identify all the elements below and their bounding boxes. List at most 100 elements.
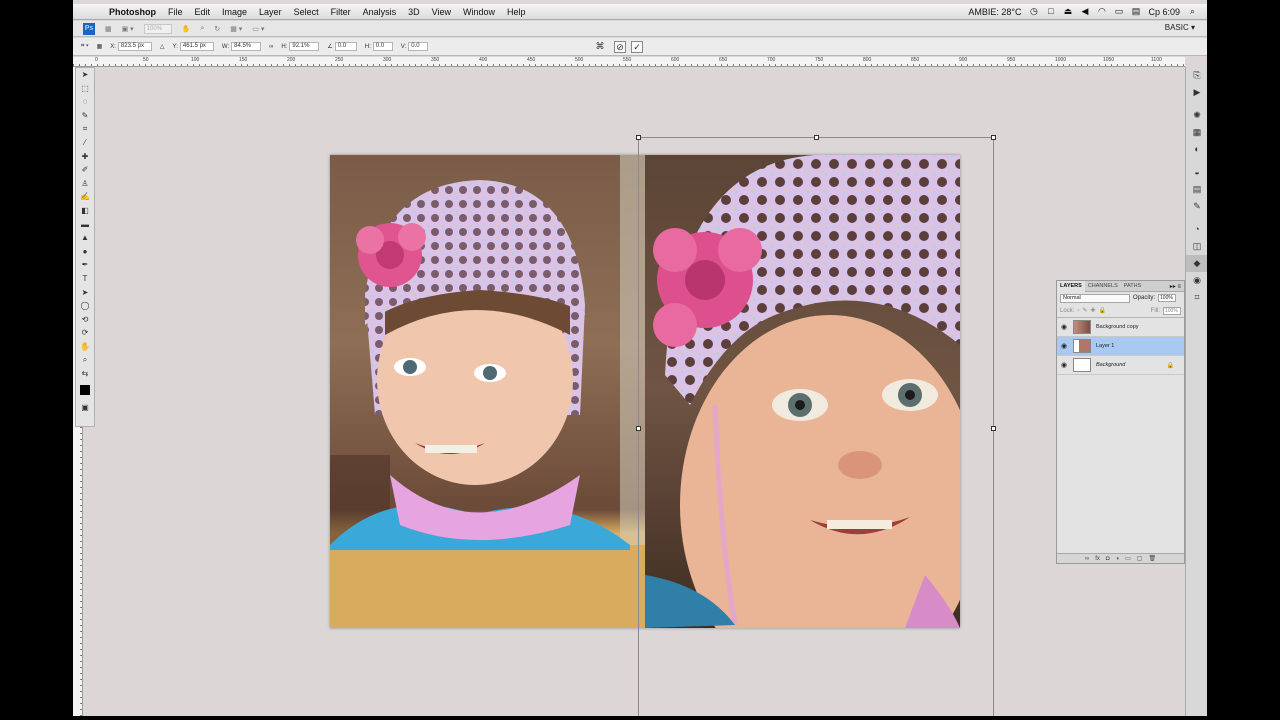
menu-app-name[interactable]: Photoshop (103, 7, 162, 17)
styles-panel-icon[interactable]: ◐ (1186, 141, 1207, 158)
layer-name[interactable]: Background copy (1096, 324, 1139, 330)
new-group-icon[interactable]: ▭ (1125, 554, 1131, 563)
eject-icon[interactable]: ⏏ (1063, 7, 1073, 16)
clock-status-icon[interactable]: ◷ (1029, 7, 1038, 16)
link-layers-icon[interactable]: ∞ (1085, 554, 1089, 563)
new-layer-icon[interactable]: ▢ (1137, 554, 1143, 563)
crop-tool-icon[interactable]: ⌗ (76, 122, 94, 136)
visibility-eye-icon[interactable]: ◉ (1057, 323, 1071, 331)
menu-window[interactable]: Window (457, 7, 501, 17)
layer-row[interactable]: ◉ Background 🔒 (1057, 356, 1184, 375)
type-tool-icon[interactable]: T (76, 272, 94, 286)
healing-brush-tool-icon[interactable]: ✚ (76, 150, 94, 164)
pen-tool-icon[interactable]: ✒ (76, 258, 94, 272)
cancel-transform-button[interactable]: ⊘ (614, 41, 626, 53)
actions-panel-icon[interactable]: ▶ (1186, 84, 1207, 101)
tool-preset-icon[interactable]: ⌗ ▾ (81, 43, 89, 50)
menu-select[interactable]: Select (288, 7, 325, 17)
zoom-level-field[interactable]: 100% (143, 23, 172, 34)
eraser-tool-icon[interactable]: ◧ (76, 204, 94, 218)
transform-handle-right[interactable] (991, 426, 996, 431)
v-skew-field[interactable]: 0.0 (408, 42, 429, 51)
menu-help[interactable]: Help (501, 7, 532, 17)
horizontal-ruler[interactable]: 0 50 100 150 200 250 300 350 400 450 500… (73, 57, 1185, 67)
marquee-tool-icon[interactable]: ⬚ (76, 82, 94, 96)
blur-tool-icon[interactable]: ▲ (76, 231, 94, 245)
hand-tool-icon[interactable]: ✋ (182, 25, 191, 33)
paths-panel-icon[interactable]: ⌗ (1186, 289, 1207, 306)
width-field[interactable]: 84.5% (231, 42, 262, 51)
zoom-tool-icon[interactable]: ⌕ (200, 25, 204, 33)
tab-paths[interactable]: PATHS (1121, 283, 1145, 289)
menu-3d[interactable]: 3D (402, 7, 426, 17)
relative-positioning-icon[interactable]: △ (160, 43, 165, 50)
swatches-panel-icon[interactable]: ▦ (1186, 124, 1207, 141)
x-field[interactable]: 823.5 px (117, 42, 152, 51)
lock-pixels-icon[interactable]: ✎ (1082, 307, 1087, 314)
clone-source-panel-icon[interactable]: ◔ (1186, 221, 1207, 238)
hand-tool-icon[interactable]: ✋ (76, 340, 94, 354)
menu-edit[interactable]: Edit (189, 7, 217, 17)
adjustments-panel-icon[interactable]: ◒ (1186, 164, 1207, 181)
wifi-icon[interactable]: ◠ (1097, 7, 1106, 16)
gradient-tool-icon[interactable]: ▬ (76, 218, 94, 232)
brushes-panel-icon[interactable]: ✎ (1186, 198, 1207, 215)
document-canvas[interactable] (330, 155, 960, 628)
layers-panel-icon[interactable]: ◆ (1186, 255, 1207, 272)
transform-handle-top[interactable] (814, 135, 819, 140)
maintain-aspect-link-icon[interactable]: ∞ (269, 44, 273, 50)
history-brush-tool-icon[interactable]: ✍ (76, 190, 94, 204)
foreground-color-swatch[interactable] (80, 384, 90, 395)
rotate-view-icon[interactable]: ↻ (214, 25, 220, 33)
dodge-tool-icon[interactable]: ● (76, 245, 94, 259)
lock-all-icon[interactable]: 🔒 (1099, 307, 1106, 314)
shape-tool-icon[interactable]: ◯ (76, 299, 94, 313)
menu-layer[interactable]: Layer (253, 7, 288, 17)
h-skew-field[interactable]: 0.0 (372, 42, 393, 51)
layer-row[interactable]: ◉ Background copy (1057, 318, 1184, 337)
transform-handle-top-left[interactable] (636, 135, 641, 140)
delete-layer-icon[interactable]: 🗑 (1148, 554, 1156, 563)
fill-field[interactable]: 100% (1163, 306, 1181, 315)
adjustment-layer-icon[interactable]: ◑ (1115, 554, 1119, 563)
brush-tool-icon[interactable]: ✐ (76, 163, 94, 177)
move-tool-icon[interactable]: ➤ (76, 68, 94, 82)
eyedropper-tool-icon[interactable]: ⁄ (76, 136, 94, 150)
battery-icon[interactable]: ▭ (1114, 7, 1124, 16)
layer-style-icon[interactable]: fx (1095, 554, 1100, 563)
display-status-icon[interactable]: □ (1046, 7, 1055, 16)
layer-name[interactable]: Layer 1 (1096, 343, 1114, 349)
path-selection-tool-icon[interactable]: ➤ (76, 286, 94, 300)
screen-mode-icon[interactable]: ▭ ▾ (252, 25, 264, 33)
visibility-eye-icon[interactable]: ◉ (1057, 361, 1071, 369)
input-source-flag-icon[interactable]: ▤ (1131, 7, 1141, 16)
tab-channels[interactable]: CHANNELS (1085, 283, 1121, 289)
swap-colors-icon[interactable]: ⇆ (76, 367, 94, 381)
zoom-tool-icon[interactable]: ⌕ (76, 353, 94, 367)
3d-rotate-tool-icon[interactable]: ⟲ (76, 313, 94, 327)
layer-row-selected[interactable]: ◉ Layer 1 (1057, 337, 1184, 356)
visibility-eye-icon[interactable]: ◉ (1057, 342, 1071, 350)
menu-view[interactable]: View (426, 7, 457, 17)
3d-orbit-tool-icon[interactable]: ⟳ (76, 326, 94, 340)
arrange-documents-icon[interactable]: ▣ ▾ (122, 25, 134, 33)
y-field[interactable]: 461.5 px (179, 42, 214, 51)
menu-analysis[interactable]: Analysis (357, 7, 403, 17)
height-field[interactable]: 92.1% (289, 42, 320, 51)
masks-panel-icon[interactable]: ▤ (1186, 181, 1207, 198)
quick-selection-tool-icon[interactable]: ✎ (76, 109, 94, 123)
rotation-field[interactable]: 0.0 (334, 42, 357, 51)
clone-stamp-tool-icon[interactable]: ♙ (76, 177, 94, 191)
navigator-panel-icon[interactable]: ◫ (1186, 238, 1207, 255)
launch-bridge-icon[interactable]: ▦ (105, 25, 112, 33)
menu-image[interactable]: Image (216, 7, 253, 17)
transform-handle-top-right[interactable] (991, 135, 996, 140)
menu-file[interactable]: File (162, 7, 189, 17)
spotlight-search-icon[interactable]: ⌕ (1188, 7, 1197, 16)
quick-mask-icon[interactable]: ▣ (76, 401, 94, 415)
add-mask-icon[interactable]: ◘ (1106, 554, 1110, 563)
reference-point-icon[interactable]: ▦ (97, 43, 103, 50)
opacity-field[interactable]: 100% (1158, 294, 1177, 302)
menu-clock[interactable]: Cp 6:09 (1148, 7, 1180, 17)
menu-filter[interactable]: Filter (325, 7, 357, 17)
